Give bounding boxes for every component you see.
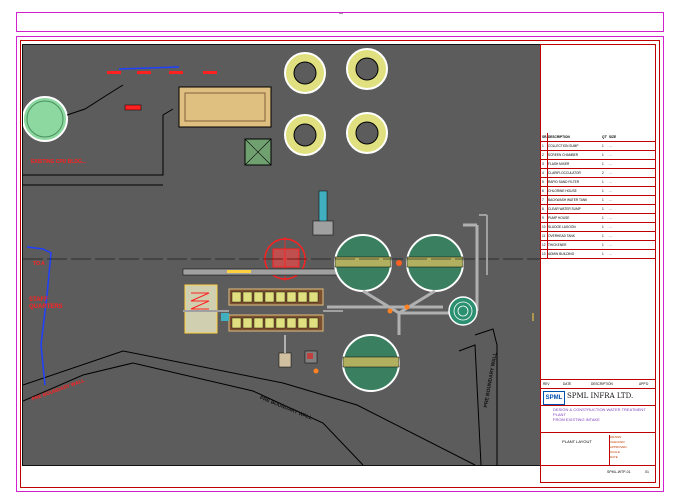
storage-tanks (284, 48, 388, 156)
internal-road (182, 268, 338, 276)
to-a-label: TO A (33, 261, 45, 267)
top-toolbar-strip (16, 12, 664, 32)
legend-row: 12 THICKENER 1... (541, 241, 655, 250)
drawing-fields: DRAWN CHECKED APPROVED SCALE DATE (609, 435, 656, 465)
legend-row: 8 CLEAR WATER SUMP 1... (541, 205, 655, 214)
drawing-number-row: SPML-WTP-01 01 (541, 467, 655, 477)
legend-row: 3 FLASH MIXER 1... (541, 160, 655, 169)
pump-house-a (278, 352, 292, 368)
legend-row: 4 CLARIFLOCCULATOR 2... (541, 169, 655, 178)
drawing-area[interactable]: EXISTING CPU BLDG... TO A STAFF QUARTERS… (22, 44, 542, 466)
revision-row: REV DATE DESCRIPTION APP'D (541, 379, 655, 389)
blue-line-top (118, 66, 180, 70)
legend-row: 1 COLLECTION SUMP 1... (541, 142, 655, 151)
title-block: SR. DESCRIPTION QTY SIZE 1COLLECTION SUM… (540, 44, 656, 483)
company-name: SPML INFRA LTD. (567, 392, 634, 400)
sheet-number: 01 (645, 470, 649, 474)
legend-row: 10 SLUDGE LAGOON 1... (541, 223, 655, 232)
company-area: SPML SPML INFRA LTD. (541, 389, 655, 406)
legend-header: SR. DESCRIPTION QTY SIZE (541, 133, 655, 142)
legend-row: 9 PUMP HOUSE 1... (541, 214, 655, 223)
marker-1 (107, 71, 121, 74)
pipeline-a (66, 84, 124, 116)
staff-quarters-label: STAFF QUARTERS (29, 297, 63, 310)
existing-cpu-label: EXISTING CPU BLDG... (31, 159, 87, 165)
drawing-title-area: PLANT LAYOUT DRAWN CHECKED APPROVED SCAL… (541, 435, 655, 466)
project-title: DESIGN & CONSTRUCTION WATER TREATMENT PL… (541, 407, 655, 433)
marker-2 (137, 71, 151, 74)
staff-quarters-boundary (26, 246, 52, 386)
project-line-1: DESIGN & CONSTRUCTION WATER TREATMENT (553, 407, 646, 412)
plant-layout-drawing (23, 48, 541, 465)
legend-table: SR. DESCRIPTION QTY SIZE 1COLLECTION SUM… (541, 133, 655, 259)
marker-3 (169, 71, 183, 74)
drawing-title: PLANT LAYOUT (562, 439, 592, 444)
project-line-3: FROM EXISTING INTAKE (553, 417, 600, 422)
road-marker (227, 270, 251, 273)
legend-row: 6 CHLORINE HOUSE 1... (541, 187, 655, 196)
marker-4 (203, 71, 217, 74)
legend-row: 5 RAPID SAND FILTER 1... (541, 178, 655, 187)
drawing-number: SPML-WTP-01 (607, 470, 631, 474)
company-logo: SPML (543, 391, 565, 405)
sludge-tank (448, 296, 478, 326)
red-box (124, 104, 142, 111)
existing-tank (23, 96, 68, 142)
legend-row: 13 ADMIN BUILDING 1... (541, 250, 655, 259)
legend-row: 2 SCREEN CHAMBER 1... (541, 151, 655, 160)
legend-row: 11 OVERHEAD TANK 1... (541, 232, 655, 241)
legend-row: 7 BACKWASH WATER TANK 1... (541, 196, 655, 205)
center-tick (339, 13, 343, 14)
